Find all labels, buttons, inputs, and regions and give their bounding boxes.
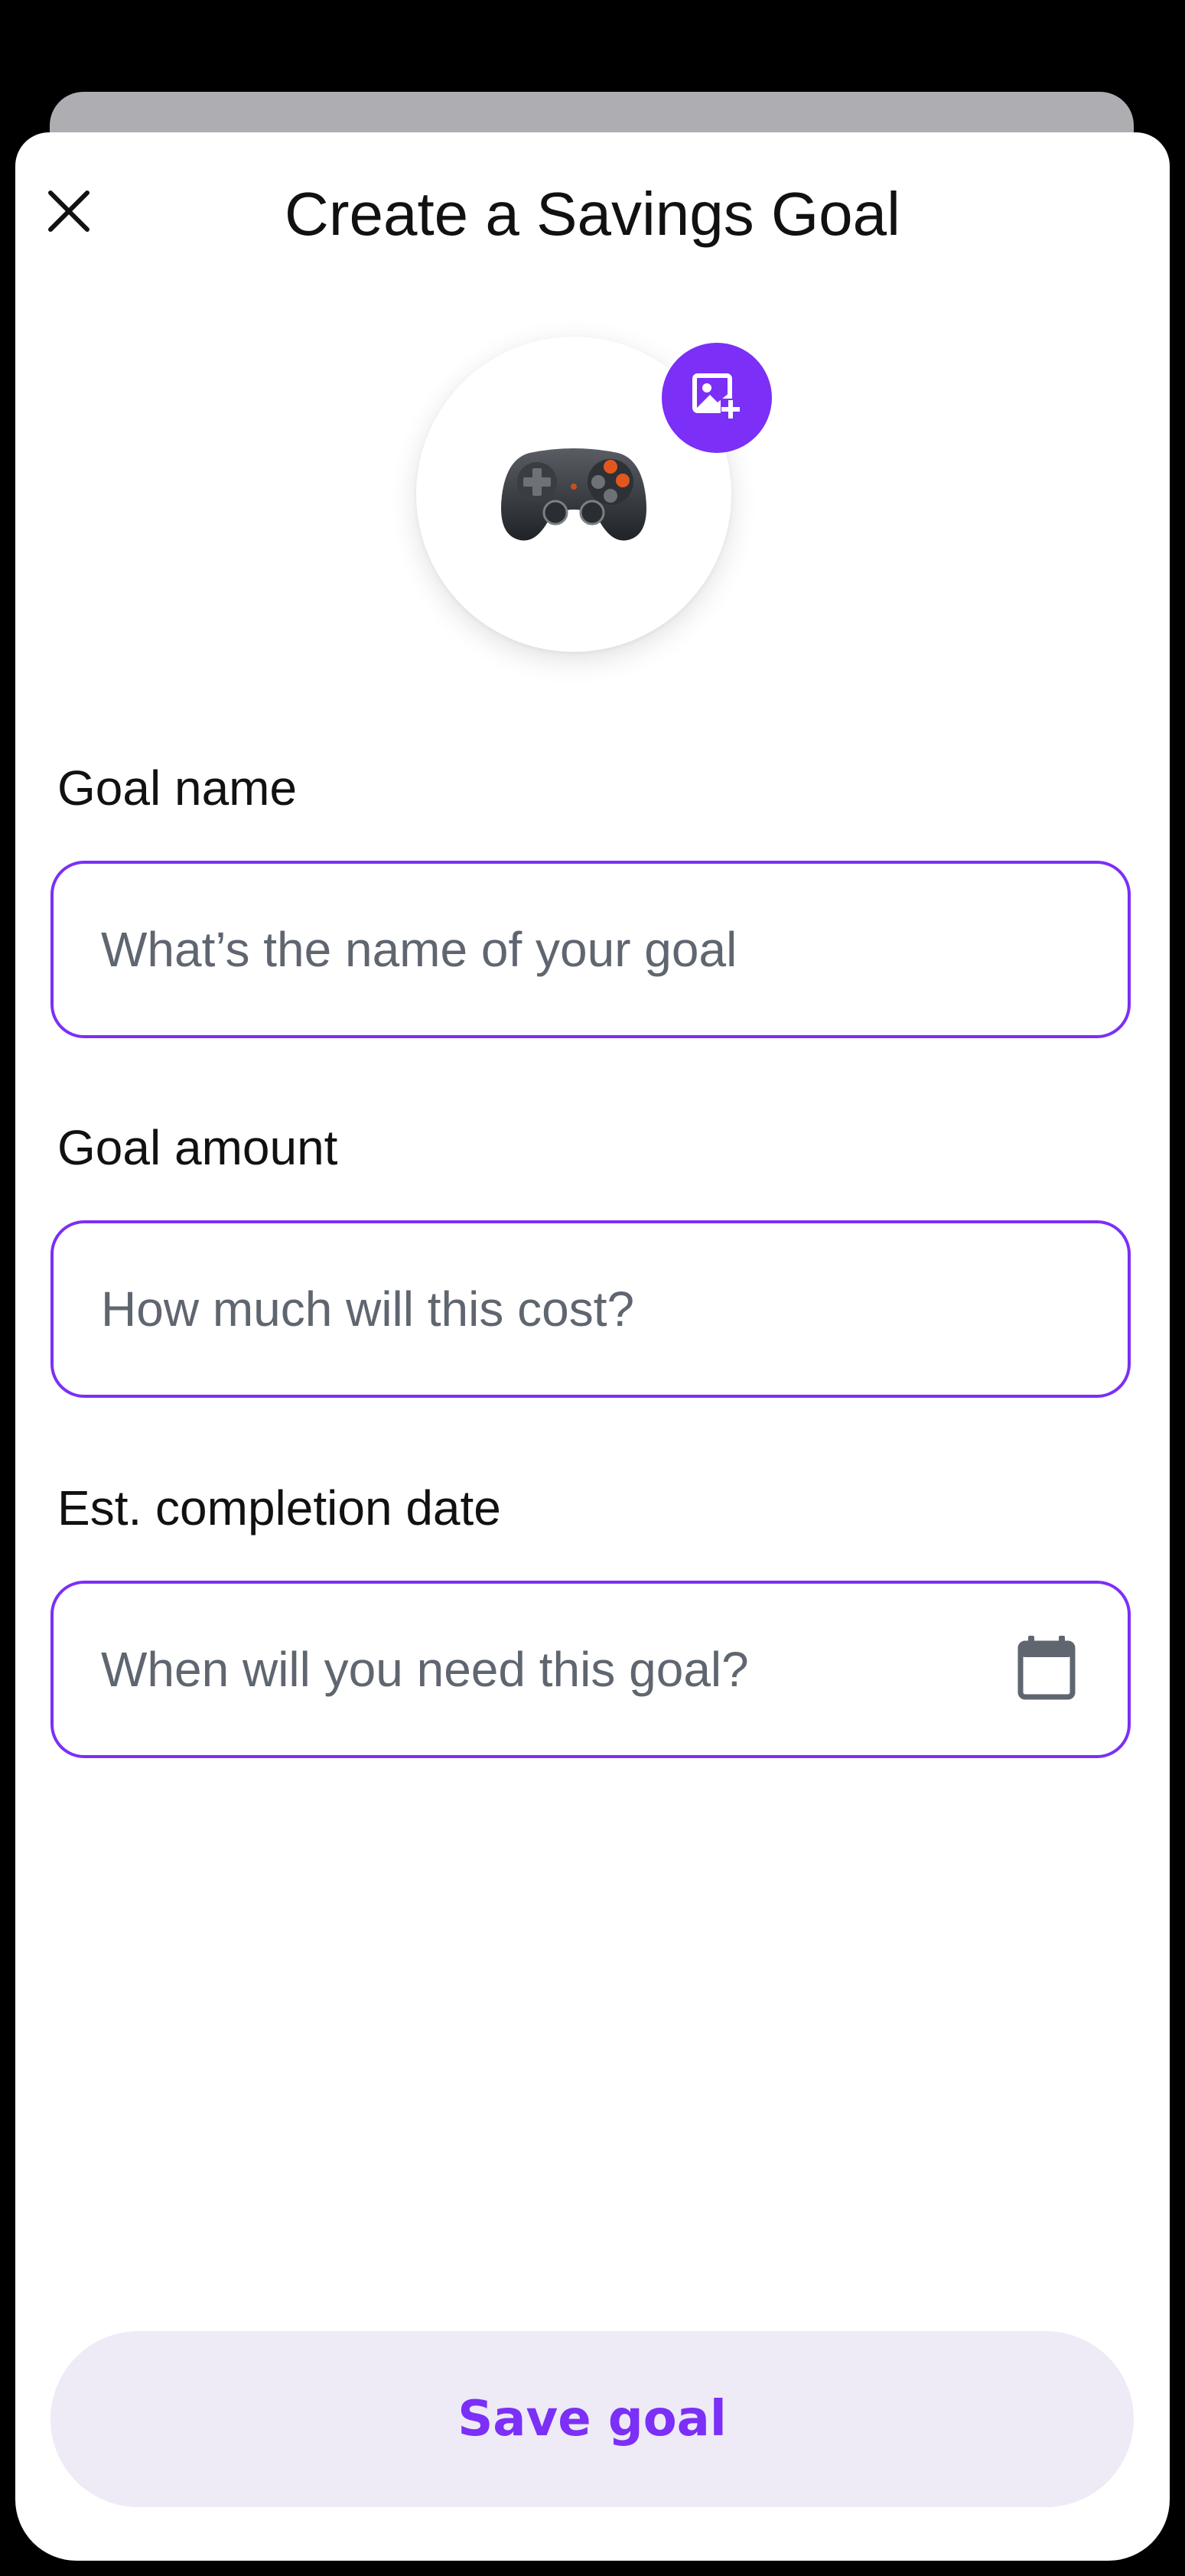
goal-amount-label: Goal amount	[57, 1120, 338, 1175]
calendar-icon	[1017, 1635, 1076, 1704]
goal-name-field[interactable]	[50, 861, 1131, 1038]
completion-date-label: Est. completion date	[57, 1480, 501, 1536]
goal-name-label: Goal name	[57, 760, 298, 816]
video-game-controller-icon	[499, 442, 649, 547]
completion-date-input[interactable]	[101, 1641, 1013, 1698]
calendar-button[interactable]	[1013, 1635, 1080, 1704]
goal-amount-input[interactable]	[101, 1281, 1080, 1337]
goal-name-input[interactable]	[101, 921, 1080, 978]
close-icon	[46, 188, 92, 238]
close-button[interactable]	[24, 168, 113, 257]
save-goal-button[interactable]: Save goal	[50, 2331, 1134, 2507]
add-image-button[interactable]	[662, 343, 772, 453]
completion-date-field[interactable]	[50, 1581, 1131, 1758]
goal-amount-field[interactable]	[50, 1220, 1131, 1398]
device-frame: Create a Savings Goal Goal name What’s t…	[0, 0, 1185, 2576]
page-title: Create a Savings Goal	[285, 180, 900, 248]
image-add-icon	[690, 370, 744, 427]
